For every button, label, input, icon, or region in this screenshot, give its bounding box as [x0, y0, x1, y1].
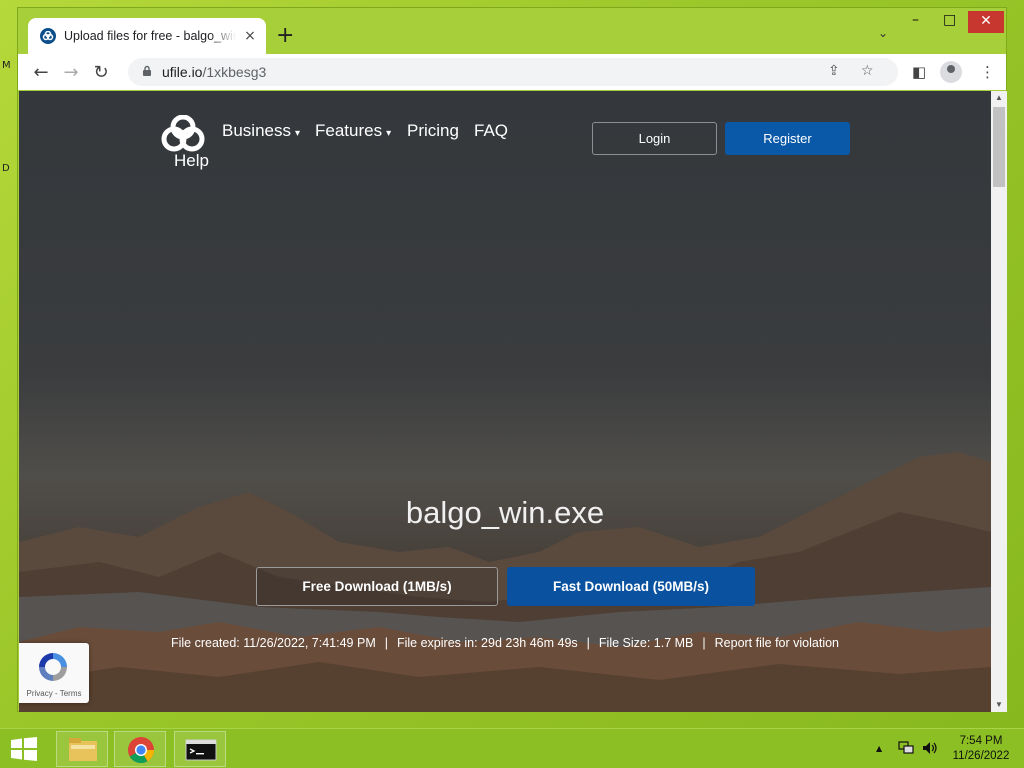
file-name: balgo_win.exe [405, 495, 605, 530]
minimize-button[interactable]: – [912, 12, 919, 28]
tray-overflow-icon[interactable]: ▲ [876, 744, 882, 753]
chevron-down-icon: ▾ [386, 128, 392, 139]
cmd-taskbar-button[interactable] [174, 731, 226, 767]
url-path: /1xkbesg3 [202, 64, 267, 80]
close-window-button[interactable]: ✕ [968, 11, 1004, 33]
nav-help-link[interactable]: Help [174, 151, 209, 171]
tab-search-icon[interactable]: ⌄ [878, 26, 888, 40]
folder-icon [69, 738, 97, 761]
maximize-button[interactable]: □ [943, 12, 956, 28]
site-header: Help Business ▾ Features ▾ Pricing FAQ Log… [159, 114, 859, 175]
nav-business-label: Business [222, 121, 291, 140]
landscape-background [19, 452, 991, 712]
tab-close-icon[interactable]: × [242, 28, 258, 44]
side-panel-icon[interactable]: ◧ [912, 63, 926, 81]
url-host: ufile.io [162, 64, 203, 80]
scroll-up-icon[interactable]: ▲ [991, 91, 1007, 105]
address-bar[interactable]: ufile.io/1xkbesg3 ⇪ ☆ [128, 58, 898, 86]
desktop-icon-label: D [2, 163, 10, 174]
nav-features-link[interactable]: Features ▾ [315, 121, 391, 141]
new-tab-button[interactable]: + [276, 24, 294, 48]
terminal-icon [185, 739, 217, 761]
profile-avatar-icon[interactable] [940, 61, 962, 83]
windows-start-icon[interactable] [10, 737, 38, 761]
file-explorer-taskbar-button[interactable] [56, 731, 108, 767]
browser-window: Upload files for free - balgo_win.exe × … [17, 7, 1007, 712]
page-viewport: Help Business ▾ Features ▾ Pricing FAQ Log… [19, 91, 991, 712]
scroll-thumb[interactable] [993, 107, 1005, 187]
bookmark-star-icon[interactable]: ☆ [861, 63, 874, 79]
ufile-logo-icon[interactable] [159, 114, 207, 155]
taskbar: ▲ 7:54 PM 11/26/2022 [0, 728, 1024, 768]
lock-icon [142, 65, 152, 80]
recaptcha-icon [35, 649, 71, 685]
clock-time: 7:54 PM [959, 735, 1003, 747]
fast-download-button[interactable]: Fast Download (50MB/s) [507, 567, 755, 606]
free-download-button[interactable]: Free Download (1MB/s) [256, 567, 498, 606]
clock-date: 11/26/2022 [952, 750, 1010, 762]
nav-faq-link[interactable]: FAQ [474, 121, 508, 141]
tab-title: Upload files for free - balgo_win.exe [64, 29, 236, 43]
chevron-down-icon: ▾ [294, 128, 301, 139]
network-icon[interactable] [898, 741, 914, 758]
scroll-down-icon[interactable]: ▼ [991, 698, 1007, 712]
file-info: File created: 11/26/2022, 7:41:49 PM | Fil… [169, 631, 841, 655]
share-icon[interactable]: ⇪ [828, 63, 840, 79]
register-button[interactable]: Register [725, 122, 850, 155]
chrome-taskbar-button[interactable] [114, 731, 166, 767]
file-created: File created: 11/26/2022, 7:41:49 PM [170, 636, 376, 650]
ufile-favicon-icon [40, 28, 56, 44]
back-icon[interactable]: ← [26, 62, 56, 83]
page-scrollbar[interactable]: ▲ ▼ [991, 91, 1007, 712]
browser-toolbar: ← → ↻ ufile.io/1xkbesg3 ⇪ ☆ ◧ ⋮ [18, 54, 1006, 90]
file-size: File Size: 1.7 MB [598, 636, 694, 650]
report-file-link[interactable]: Report file for violation [715, 636, 839, 650]
login-button[interactable]: Login [592, 122, 717, 155]
tab-strip: Upload files for free - balgo_win.exe × … [18, 8, 1006, 54]
desktop-icon-label: M [2, 60, 11, 71]
nav-pricing-link[interactable]: Pricing [407, 121, 459, 141]
file-expires: File expires in: 29d 23h 46m 49s [396, 636, 578, 650]
separator: | [702, 636, 706, 650]
reload-icon[interactable]: ↻ [86, 62, 116, 83]
separator: | [384, 636, 388, 650]
nav-features-label: Features [315, 121, 383, 140]
browser-tab[interactable]: Upload files for free - balgo_win.exe × [28, 18, 266, 54]
recaptcha-badge[interactable]: Privacy - Terms [19, 643, 89, 703]
chrome-icon [128, 737, 155, 764]
separator: | [586, 636, 590, 650]
volume-icon[interactable] [922, 741, 938, 758]
recaptcha-privacy-terms[interactable]: Privacy - Terms [19, 689, 89, 698]
forward-icon[interactable]: → [56, 62, 86, 83]
menu-icon[interactable]: ⋮ [980, 63, 995, 81]
nav-business-link[interactable]: Business ▾ [222, 121, 300, 141]
taskbar-clock[interactable]: 7:54 PM 11/26/2022 [946, 734, 1016, 764]
